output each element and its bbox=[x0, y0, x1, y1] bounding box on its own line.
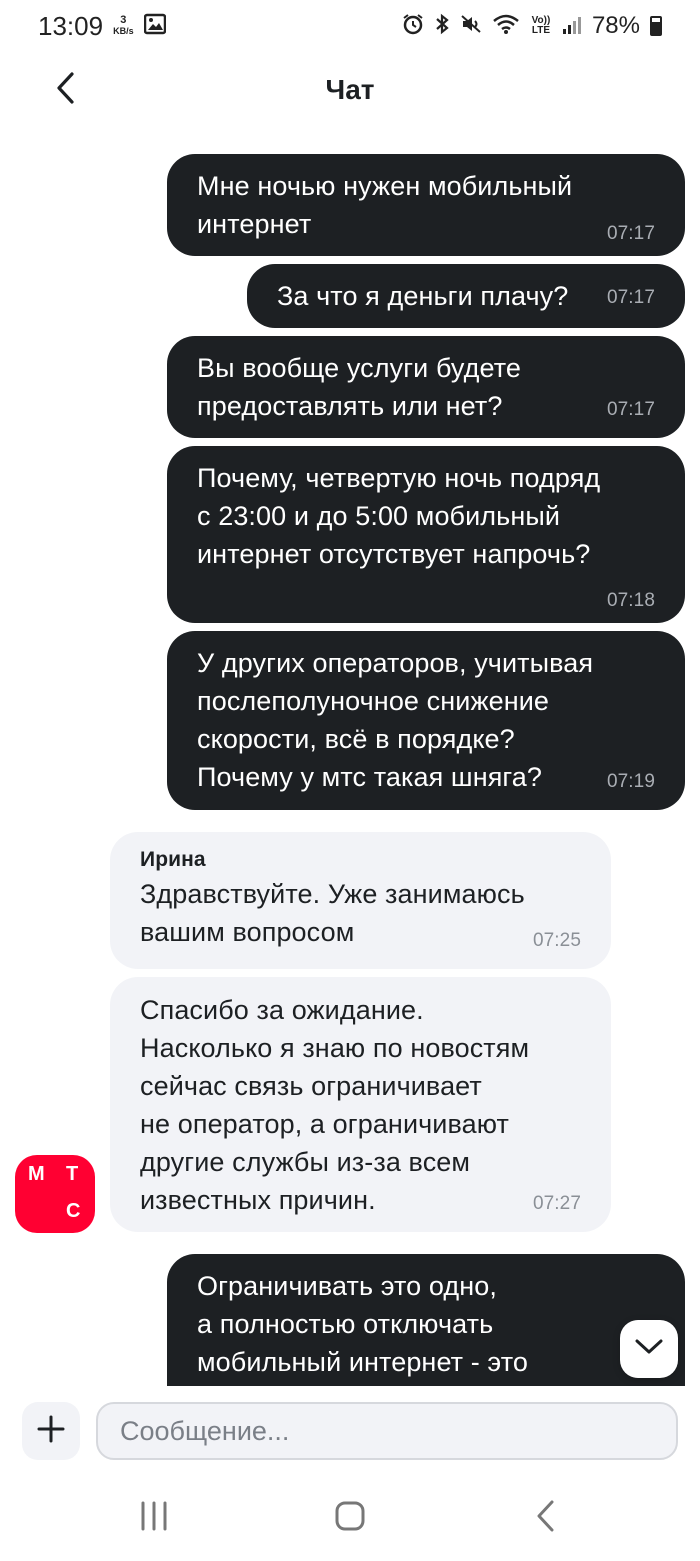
system-back-button[interactable] bbox=[516, 1494, 576, 1542]
recents-button[interactable] bbox=[124, 1494, 184, 1542]
mute-icon bbox=[460, 11, 482, 42]
battery-percent: 78% bbox=[591, 12, 640, 39]
wifi-icon bbox=[492, 11, 520, 42]
sender-name: Ирина bbox=[140, 848, 206, 871]
message-time: 07:17 bbox=[606, 223, 655, 244]
incoming-message[interactable]: Спасибо за ожидание. Насколько я знаю по… bbox=[110, 977, 611, 1232]
lte-icon: Vo)) LTE bbox=[531, 15, 551, 36]
alarm-icon bbox=[402, 11, 424, 42]
message-time: 07:25 bbox=[532, 930, 581, 951]
chevron-down-icon bbox=[634, 1338, 664, 1361]
message-time: 07:17 bbox=[606, 399, 655, 420]
message-time: 07:27 bbox=[532, 1193, 581, 1214]
message-text: За что я деньги плачу? bbox=[277, 281, 569, 311]
message-time: 07:18 bbox=[606, 590, 655, 611]
gallery-notification-icon bbox=[143, 11, 166, 42]
recents-icon bbox=[139, 1501, 169, 1536]
add-attachment-button[interactable] bbox=[22, 1402, 80, 1460]
incoming-message[interactable]: Ирина Здравствуйте. Уже занимаюсь вашим … bbox=[110, 832, 611, 969]
back-icon bbox=[536, 1500, 556, 1537]
chat-header: Чат bbox=[0, 60, 700, 120]
chevron-left-icon bbox=[54, 71, 78, 110]
net-speed-value: 3 bbox=[120, 14, 127, 26]
avatar-letter: С bbox=[66, 1200, 81, 1222]
avatar: М Т С bbox=[15, 1155, 95, 1233]
message-text: Вы вообще услуги будете предоставлять ил… bbox=[197, 353, 521, 421]
message-text: Ограничивать это одно, а полностью отклю… bbox=[197, 1271, 528, 1377]
back-button[interactable] bbox=[44, 66, 88, 114]
message-text: Почему, четвертую ночь подряд с 23:00 и … bbox=[197, 463, 601, 569]
scroll-down-button[interactable] bbox=[620, 1320, 678, 1378]
page-title: Чат bbox=[325, 74, 375, 105]
status-left: 13:09 3 KB/s bbox=[38, 11, 166, 42]
bluetooth-icon bbox=[434, 11, 450, 42]
message-text: Здравствуйте. Уже занимаюсь вашим вопрос… bbox=[140, 879, 525, 947]
outgoing-message[interactable]: Мне ночью нужен мобильный интернет 07:17 bbox=[167, 154, 685, 256]
avatar-letter: М bbox=[28, 1163, 45, 1185]
message-input[interactable] bbox=[96, 1402, 678, 1460]
message-time: 07:17 bbox=[606, 287, 655, 308]
system-navigation-bar bbox=[0, 1476, 700, 1561]
avatar-letter: Т bbox=[66, 1163, 79, 1185]
outgoing-message[interactable]: У других операторов, учитывая послеполун… bbox=[167, 631, 685, 810]
outgoing-message[interactable]: Ограничивать это одно, а полностью отклю… bbox=[167, 1254, 685, 1386]
net-speed: 3 KB/s bbox=[113, 15, 134, 37]
plus-icon bbox=[37, 1415, 65, 1448]
home-icon bbox=[335, 1501, 365, 1536]
chat-messages[interactable]: Мне ночью нужен мобильный интернет 07:17… bbox=[0, 140, 700, 1386]
status-bar: 13:09 3 KB/s Vo)) LTE 78% bbox=[0, 0, 700, 52]
message-text: Мне ночью нужен мобильный интернет bbox=[197, 171, 573, 239]
message-time: 07:19 bbox=[606, 771, 655, 792]
net-speed-unit: KB/s bbox=[113, 26, 134, 36]
outgoing-message[interactable]: Вы вообще услуги будете предоставлять ил… bbox=[167, 336, 685, 438]
signal-icon bbox=[562, 11, 582, 42]
message-text: Спасибо за ожидание. Насколько я знаю по… bbox=[140, 995, 530, 1215]
outgoing-message[interactable]: За что я деньги плачу? 07:17 bbox=[247, 264, 685, 328]
message-text: У других операторов, учитывая послеполун… bbox=[197, 648, 594, 792]
status-time: 13:09 bbox=[38, 10, 104, 41]
outgoing-message[interactable]: Почему, четвертую ночь подряд с 23:00 и … bbox=[167, 446, 685, 623]
message-composer bbox=[0, 1386, 700, 1476]
battery-icon bbox=[650, 16, 662, 36]
status-right: Vo)) LTE 78% bbox=[402, 11, 662, 42]
home-button[interactable] bbox=[320, 1494, 380, 1542]
